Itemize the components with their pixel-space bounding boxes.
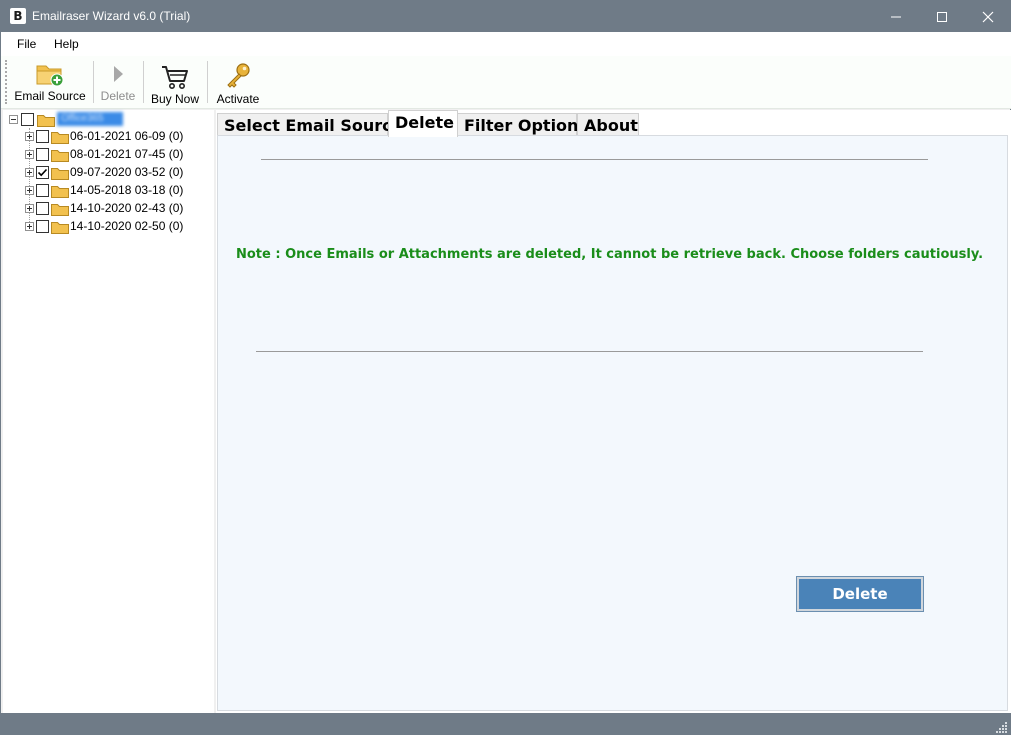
app-window: B Emailraser Wizard v6.0 (Trial) File He…: [0, 0, 1011, 735]
play-arrow-icon: [114, 66, 123, 82]
close-icon: [982, 11, 994, 23]
close-button[interactable]: [965, 1, 1011, 32]
folder-icon: [51, 150, 69, 162]
tree-item-label: 14-05-2018 03-18 (0): [70, 183, 184, 197]
email-source-label: Email Source: [14, 89, 86, 103]
folder-tree: Office365 06-01-2021 06-09 (0) 08-01-202…: [3, 110, 214, 713]
tree-item-checkbox[interactable]: [36, 184, 49, 197]
status-bar: [1, 713, 1011, 735]
tree-item-label: 09-07-2020 03-52 (0): [70, 165, 184, 179]
tree-root-checkbox[interactable]: [21, 113, 34, 126]
tree-root-label: Office365: [57, 112, 123, 126]
tree-item-label: 08-01-2021 07-45 (0): [70, 147, 184, 161]
expand-icon[interactable]: [25, 186, 34, 195]
toolbar-grip[interactable]: [5, 60, 7, 104]
email-source-button[interactable]: Email Source: [11, 58, 89, 106]
buy-now-label: Buy Now: [150, 92, 200, 106]
divider: [256, 351, 923, 352]
toolbar-delete-button[interactable]: Delete: [97, 58, 139, 106]
key-icon: [227, 63, 250, 88]
tab-delete[interactable]: Delete: [388, 110, 458, 137]
expand-icon[interactable]: [25, 132, 34, 141]
tree-item-label: 14-10-2020 02-43 (0): [70, 201, 184, 215]
resize-grip-icon[interactable]: [996, 721, 1008, 733]
menu-bar: File Help: [1, 32, 1011, 56]
folder-icon: [51, 222, 69, 234]
delete-tab-panel: Note : Once Emails or Attachments are de…: [217, 135, 1008, 711]
tree-item-checkbox[interactable]: [36, 148, 49, 161]
expand-icon[interactable]: [25, 204, 34, 213]
activate-button[interactable]: Activate: [211, 58, 265, 106]
maximize-button[interactable]: [919, 1, 965, 32]
folder-icon: [51, 168, 69, 180]
tree-item-label: 14-10-2020 02-50 (0): [70, 219, 184, 233]
toolbar-separator: [93, 61, 94, 103]
tree-item-checkbox[interactable]: [36, 220, 49, 233]
tree-item-checkbox-checked[interactable]: [36, 166, 49, 179]
expand-icon[interactable]: [25, 150, 34, 159]
tab-select-email-source[interactable]: Select Email Source: [217, 113, 402, 136]
minimize-icon: [891, 16, 901, 18]
toolbar-delete-label: Delete: [100, 89, 136, 103]
tree-connector: [29, 128, 30, 228]
window-title: Emailraser Wizard v6.0 (Trial): [32, 9, 191, 23]
cart-icon: [162, 66, 188, 89]
tree-item-checkbox[interactable]: [36, 202, 49, 215]
delete-button[interactable]: Delete: [796, 576, 924, 612]
toolbar-separator: [143, 61, 144, 103]
folder-icon: [51, 132, 69, 144]
tree-item-checkbox[interactable]: [36, 130, 49, 143]
title-bar[interactable]: B Emailraser Wizard v6.0 (Trial): [1, 1, 1011, 32]
collapse-icon[interactable]: [9, 115, 18, 124]
expand-icon[interactable]: [25, 222, 34, 231]
tab-about[interactable]: About: [577, 113, 639, 136]
toolbar-separator: [207, 61, 208, 103]
buy-now-button[interactable]: Buy Now: [147, 58, 203, 106]
app-logo-icon: B: [10, 8, 26, 24]
divider: [261, 159, 928, 160]
folder-icon: [37, 115, 55, 127]
minimize-button[interactable]: [873, 1, 919, 32]
activate-label: Activate: [216, 92, 260, 106]
folder-add-icon: [36, 65, 64, 87]
folder-icon: [51, 186, 69, 198]
warning-note: Note : Once Emails or Attachments are de…: [236, 247, 984, 262]
checkmark-icon: [37, 168, 48, 177]
tab-container: Select Email Source Delete Filter Option…: [216, 110, 1011, 713]
maximize-icon: [937, 12, 947, 22]
tab-filter-options[interactable]: Filter Options: [457, 113, 588, 136]
tree-item-label: 06-01-2021 06-09 (0): [70, 129, 184, 143]
menu-file[interactable]: File: [17, 37, 36, 51]
folder-icon: [51, 204, 69, 216]
menu-help[interactable]: Help: [54, 37, 79, 51]
expand-icon[interactable]: [25, 168, 34, 177]
toolbar: Email Source Delete Buy Now Activate: [1, 56, 1011, 109]
